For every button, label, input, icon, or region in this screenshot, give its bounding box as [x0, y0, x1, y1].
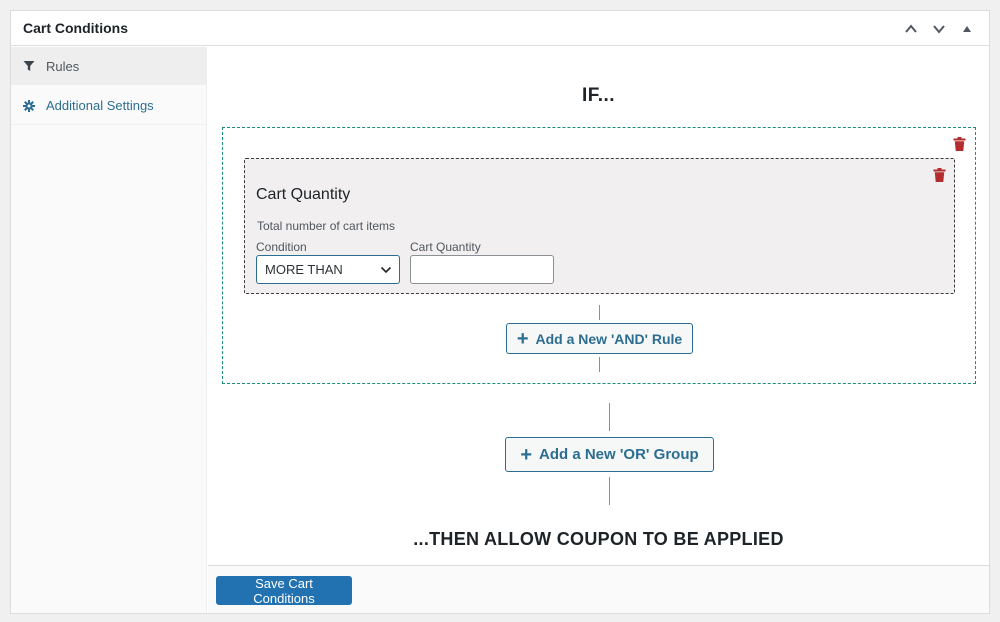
save-cart-conditions-button[interactable]: Save Cart Conditions: [216, 576, 352, 606]
tab-rules[interactable]: Rules: [11, 47, 206, 85]
connector-line: [609, 477, 610, 505]
add-and-rule-button[interactable]: + Add a New 'AND' Rule: [506, 323, 693, 354]
condition-label: Condition: [256, 240, 307, 254]
then-label: ...THEN ALLOW COUPON TO BE APPLIED: [413, 529, 784, 549]
condition-group: Cart Quantity Total number of cart items…: [222, 127, 976, 384]
plus-icon: +: [516, 327, 529, 350]
panel-title: Cart Conditions: [23, 20, 128, 36]
rule-title: Cart Quantity: [256, 186, 351, 203]
panel-header-controls: [899, 11, 979, 46]
delete-group-button[interactable]: [953, 137, 967, 153]
if-label: IF...: [581, 85, 616, 106]
chevron-up-icon: [905, 23, 917, 33]
rules-editor: IF... Cart Quantity Total number of cart…: [208, 47, 989, 565]
triangle-up-icon: [963, 25, 971, 32]
cart-conditions-panel: Cart Conditions Rules Additional Setting…: [10, 10, 990, 614]
move-up-button[interactable]: [899, 17, 923, 41]
tab-additional-settings[interactable]: Additional Settings: [11, 87, 206, 125]
condition-select[interactable]: MORE THAN: [256, 255, 400, 284]
rule-card: Cart Quantity Total number of cart items…: [244, 158, 955, 294]
cart-quantity-label: Cart Quantity: [410, 240, 481, 254]
tab-additional-settings-label: Additional Settings: [46, 98, 154, 113]
gear-icon: [22, 99, 36, 113]
add-or-group-label: Add a New 'OR' Group: [539, 446, 699, 463]
move-down-button[interactable]: [927, 17, 951, 41]
connector-line: [609, 403, 610, 431]
panel-header: Cart Conditions: [11, 11, 989, 46]
chevron-down-icon: [380, 266, 392, 274]
connector-line: [599, 357, 600, 372]
trash-icon: [933, 168, 946, 182]
toggle-panel-button[interactable]: [955, 17, 979, 41]
cart-quantity-input[interactable]: [410, 255, 554, 284]
panel-footer: Save Cart Conditions: [208, 565, 989, 613]
filter-icon: [22, 59, 36, 73]
add-and-rule-label: Add a New 'AND' Rule: [535, 330, 683, 347]
rule-description: Total number of cart items: [257, 219, 396, 233]
add-or-group-button[interactable]: + Add a New 'OR' Group: [505, 437, 714, 472]
sidebar: Rules Additional Settings: [11, 47, 207, 613]
connector-line: [599, 305, 600, 320]
tab-rules-label: Rules: [46, 58, 80, 74]
condition-select-value: MORE THAN: [265, 262, 343, 277]
chevron-down-icon: [933, 24, 945, 34]
delete-rule-button[interactable]: [933, 168, 947, 184]
plus-icon: +: [520, 443, 533, 466]
trash-icon: [953, 137, 966, 151]
